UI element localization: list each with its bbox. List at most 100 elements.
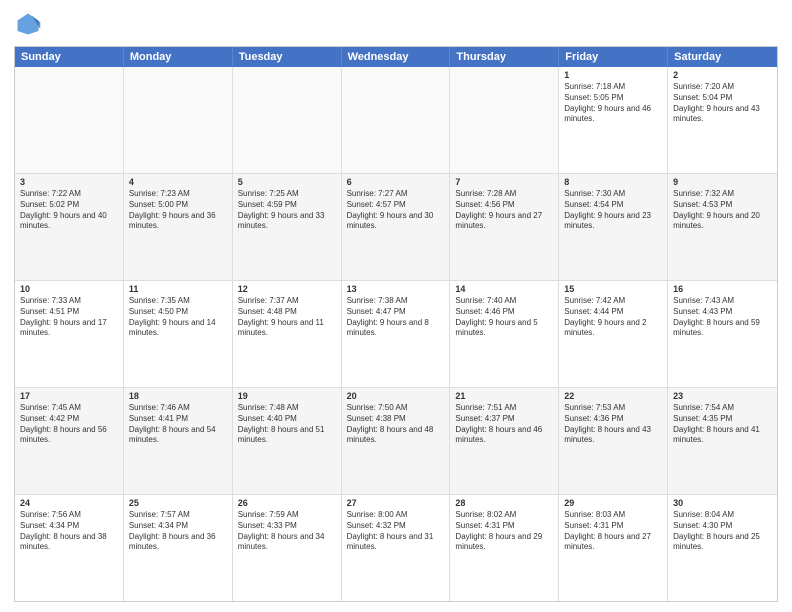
day-cell-18: 18 Sunrise: 7:46 AMSunset: 4:41 PMDayligh… [124,388,233,494]
day-number: 21 [455,391,553,401]
day-info: Sunrise: 7:20 AMSunset: 5:04 PMDaylight:… [673,82,772,125]
day-cell-24: 24 Sunrise: 7:56 AMSunset: 4:34 PMDayligh… [15,495,124,601]
week-row-4: 17 Sunrise: 7:45 AMSunset: 4:42 PMDayligh… [15,388,777,495]
calendar: SundayMondayTuesdayWednesdayThursdayFrid… [14,46,778,602]
day-number: 4 [129,177,227,187]
day-cell-7: 7Sunrise: 7:28 AMSunset: 4:56 PMDaylight… [450,174,559,280]
day-cell-21: 21Sunrise: 7:51 AMSunset: 4:37 PMDayligh… [450,388,559,494]
day-cell-9: 9 Sunrise: 7:32 AMSunset: 4:53 PMDaylight… [668,174,777,280]
day-cell-23: 23 Sunrise: 7:54 AMSunset: 4:35 PMDayligh… [668,388,777,494]
day-number: 19 [238,391,336,401]
day-number: 23 [673,391,772,401]
header [14,10,778,38]
day-info: Sunrise: 7:50 AMSunset: 4:38 PMDaylight:… [347,403,445,446]
day-cell-2: 2 Sunrise: 7:20 AMSunset: 5:04 PMDaylight… [668,67,777,173]
day-cell-14: 14 Sunrise: 7:40 AMSunset: 4:46 PMDayligh… [450,281,559,387]
day-number: 28 [455,498,553,508]
day-number: 16 [673,284,772,294]
day-cell-13: 13 Sunrise: 7:38 AMSunset: 4:47 PMDayligh… [342,281,451,387]
day-info: Sunrise: 7:27 AMSunset: 4:57 PMDaylight:… [347,189,445,232]
calendar-body: 1 Sunrise: 7:18 AMSunset: 5:05 PMDaylight… [15,67,777,601]
day-info: Sunrise: 7:38 AMSunset: 4:47 PMDaylight:… [347,296,445,339]
day-number: 24 [20,498,118,508]
day-header-monday: Monday [124,47,233,67]
page: SundayMondayTuesdayWednesdayThursdayFrid… [0,0,792,612]
week-row-1: 1 Sunrise: 7:18 AMSunset: 5:05 PMDaylight… [15,67,777,174]
day-number: 27 [347,498,445,508]
day-cell-20: 20 Sunrise: 7:50 AMSunset: 4:38 PMDayligh… [342,388,451,494]
day-info: Sunrise: 7:48 AMSunset: 4:40 PMDaylight:… [238,403,336,446]
day-number: 14 [455,284,553,294]
day-header-saturday: Saturday [668,47,777,67]
day-info: Sunrise: 7:54 AMSunset: 4:35 PMDaylight:… [673,403,772,446]
day-info: Sunrise: 7:45 AMSunset: 4:42 PMDaylight:… [20,403,118,446]
week-row-2: 3Sunrise: 7:22 AMSunset: 5:02 PMDaylight… [15,174,777,281]
day-info: Sunrise: 7:40 AMSunset: 4:46 PMDaylight:… [455,296,553,339]
day-number: 30 [673,498,772,508]
day-info: Sunrise: 7:28 AMSunset: 4:56 PMDaylight:… [455,189,553,232]
day-cell-8: 8 Sunrise: 7:30 AMSunset: 4:54 PMDaylight… [559,174,668,280]
day-cell-16: 16Sunrise: 7:43 AMSunset: 4:43 PMDayligh… [668,281,777,387]
day-cell-5: 5 Sunrise: 7:25 AMSunset: 4:59 PMDaylight… [233,174,342,280]
day-header-tuesday: Tuesday [233,47,342,67]
day-number: 25 [129,498,227,508]
day-number: 5 [238,177,336,187]
day-number: 11 [129,284,227,294]
day-header-thursday: Thursday [450,47,559,67]
day-info: Sunrise: 7:57 AMSunset: 4:34 PMDaylight:… [129,510,227,553]
day-cell-30: 30 Sunrise: 8:04 AMSunset: 4:30 PMDayligh… [668,495,777,601]
day-info: Sunrise: 7:18 AMSunset: 5:05 PMDaylight:… [564,82,662,125]
day-cell-4: 4Sunrise: 7:23 AMSunset: 5:00 PMDaylight… [124,174,233,280]
day-cell-25: 25 Sunrise: 7:57 AMSunset: 4:34 PMDayligh… [124,495,233,601]
day-info: Sunrise: 7:25 AMSunset: 4:59 PMDaylight:… [238,189,336,232]
day-cell-10: 10Sunrise: 7:33 AMSunset: 4:51 PMDayligh… [15,281,124,387]
empty-cell [342,67,451,173]
empty-cell [450,67,559,173]
day-info: Sunrise: 7:46 AMSunset: 4:41 PMDaylight:… [129,403,227,446]
day-number: 1 [564,70,662,80]
day-info: Sunrise: 8:03 AMSunset: 4:31 PMDaylight:… [564,510,662,553]
day-number: 17 [20,391,118,401]
empty-cell [15,67,124,173]
day-info: Sunrise: 7:30 AMSunset: 4:54 PMDaylight:… [564,189,662,232]
day-info: Sunrise: 7:37 AMSunset: 4:48 PMDaylight:… [238,296,336,339]
day-number: 20 [347,391,445,401]
day-number: 13 [347,284,445,294]
day-number: 12 [238,284,336,294]
empty-cell [233,67,342,173]
day-cell-26: 26Sunrise: 7:59 AMSunset: 4:33 PMDayligh… [233,495,342,601]
day-number: 2 [673,70,772,80]
day-info: Sunrise: 7:35 AMSunset: 4:50 PMDaylight:… [129,296,227,339]
day-number: 26 [238,498,336,508]
day-number: 22 [564,391,662,401]
day-number: 10 [20,284,118,294]
day-info: Sunrise: 8:00 AMSunset: 4:32 PMDaylight:… [347,510,445,553]
day-cell-11: 11 Sunrise: 7:35 AMSunset: 4:50 PMDayligh… [124,281,233,387]
day-cell-15: 15Sunrise: 7:42 AMSunset: 4:44 PMDayligh… [559,281,668,387]
day-cell-6: 6 Sunrise: 7:27 AMSunset: 4:57 PMDaylight… [342,174,451,280]
day-info: Sunrise: 7:42 AMSunset: 4:44 PMDaylight:… [564,296,662,339]
week-row-5: 24 Sunrise: 7:56 AMSunset: 4:34 PMDayligh… [15,495,777,601]
day-cell-17: 17 Sunrise: 7:45 AMSunset: 4:42 PMDayligh… [15,388,124,494]
day-info: Sunrise: 8:04 AMSunset: 4:30 PMDaylight:… [673,510,772,553]
day-number: 6 [347,177,445,187]
day-info: Sunrise: 7:32 AMSunset: 4:53 PMDaylight:… [673,189,772,232]
day-info: Sunrise: 7:56 AMSunset: 4:34 PMDaylight:… [20,510,118,553]
day-info: Sunrise: 7:22 AMSunset: 5:02 PMDaylight:… [20,189,118,232]
day-cell-19: 19 Sunrise: 7:48 AMSunset: 4:40 PMDayligh… [233,388,342,494]
logo-icon [14,10,42,38]
day-cell-1: 1 Sunrise: 7:18 AMSunset: 5:05 PMDaylight… [559,67,668,173]
logo [14,10,46,38]
day-number: 18 [129,391,227,401]
day-number: 9 [673,177,772,187]
day-cell-29: 29 Sunrise: 8:03 AMSunset: 4:31 PMDayligh… [559,495,668,601]
calendar-header: SundayMondayTuesdayWednesdayThursdayFrid… [15,47,777,67]
day-header-sunday: Sunday [15,47,124,67]
day-number: 8 [564,177,662,187]
day-cell-28: 28 Sunrise: 8:02 AMSunset: 4:31 PMDayligh… [450,495,559,601]
day-info: Sunrise: 8:02 AMSunset: 4:31 PMDaylight:… [455,510,553,553]
day-header-friday: Friday [559,47,668,67]
day-header-wednesday: Wednesday [342,47,451,67]
day-number: 29 [564,498,662,508]
week-row-3: 10Sunrise: 7:33 AMSunset: 4:51 PMDayligh… [15,281,777,388]
